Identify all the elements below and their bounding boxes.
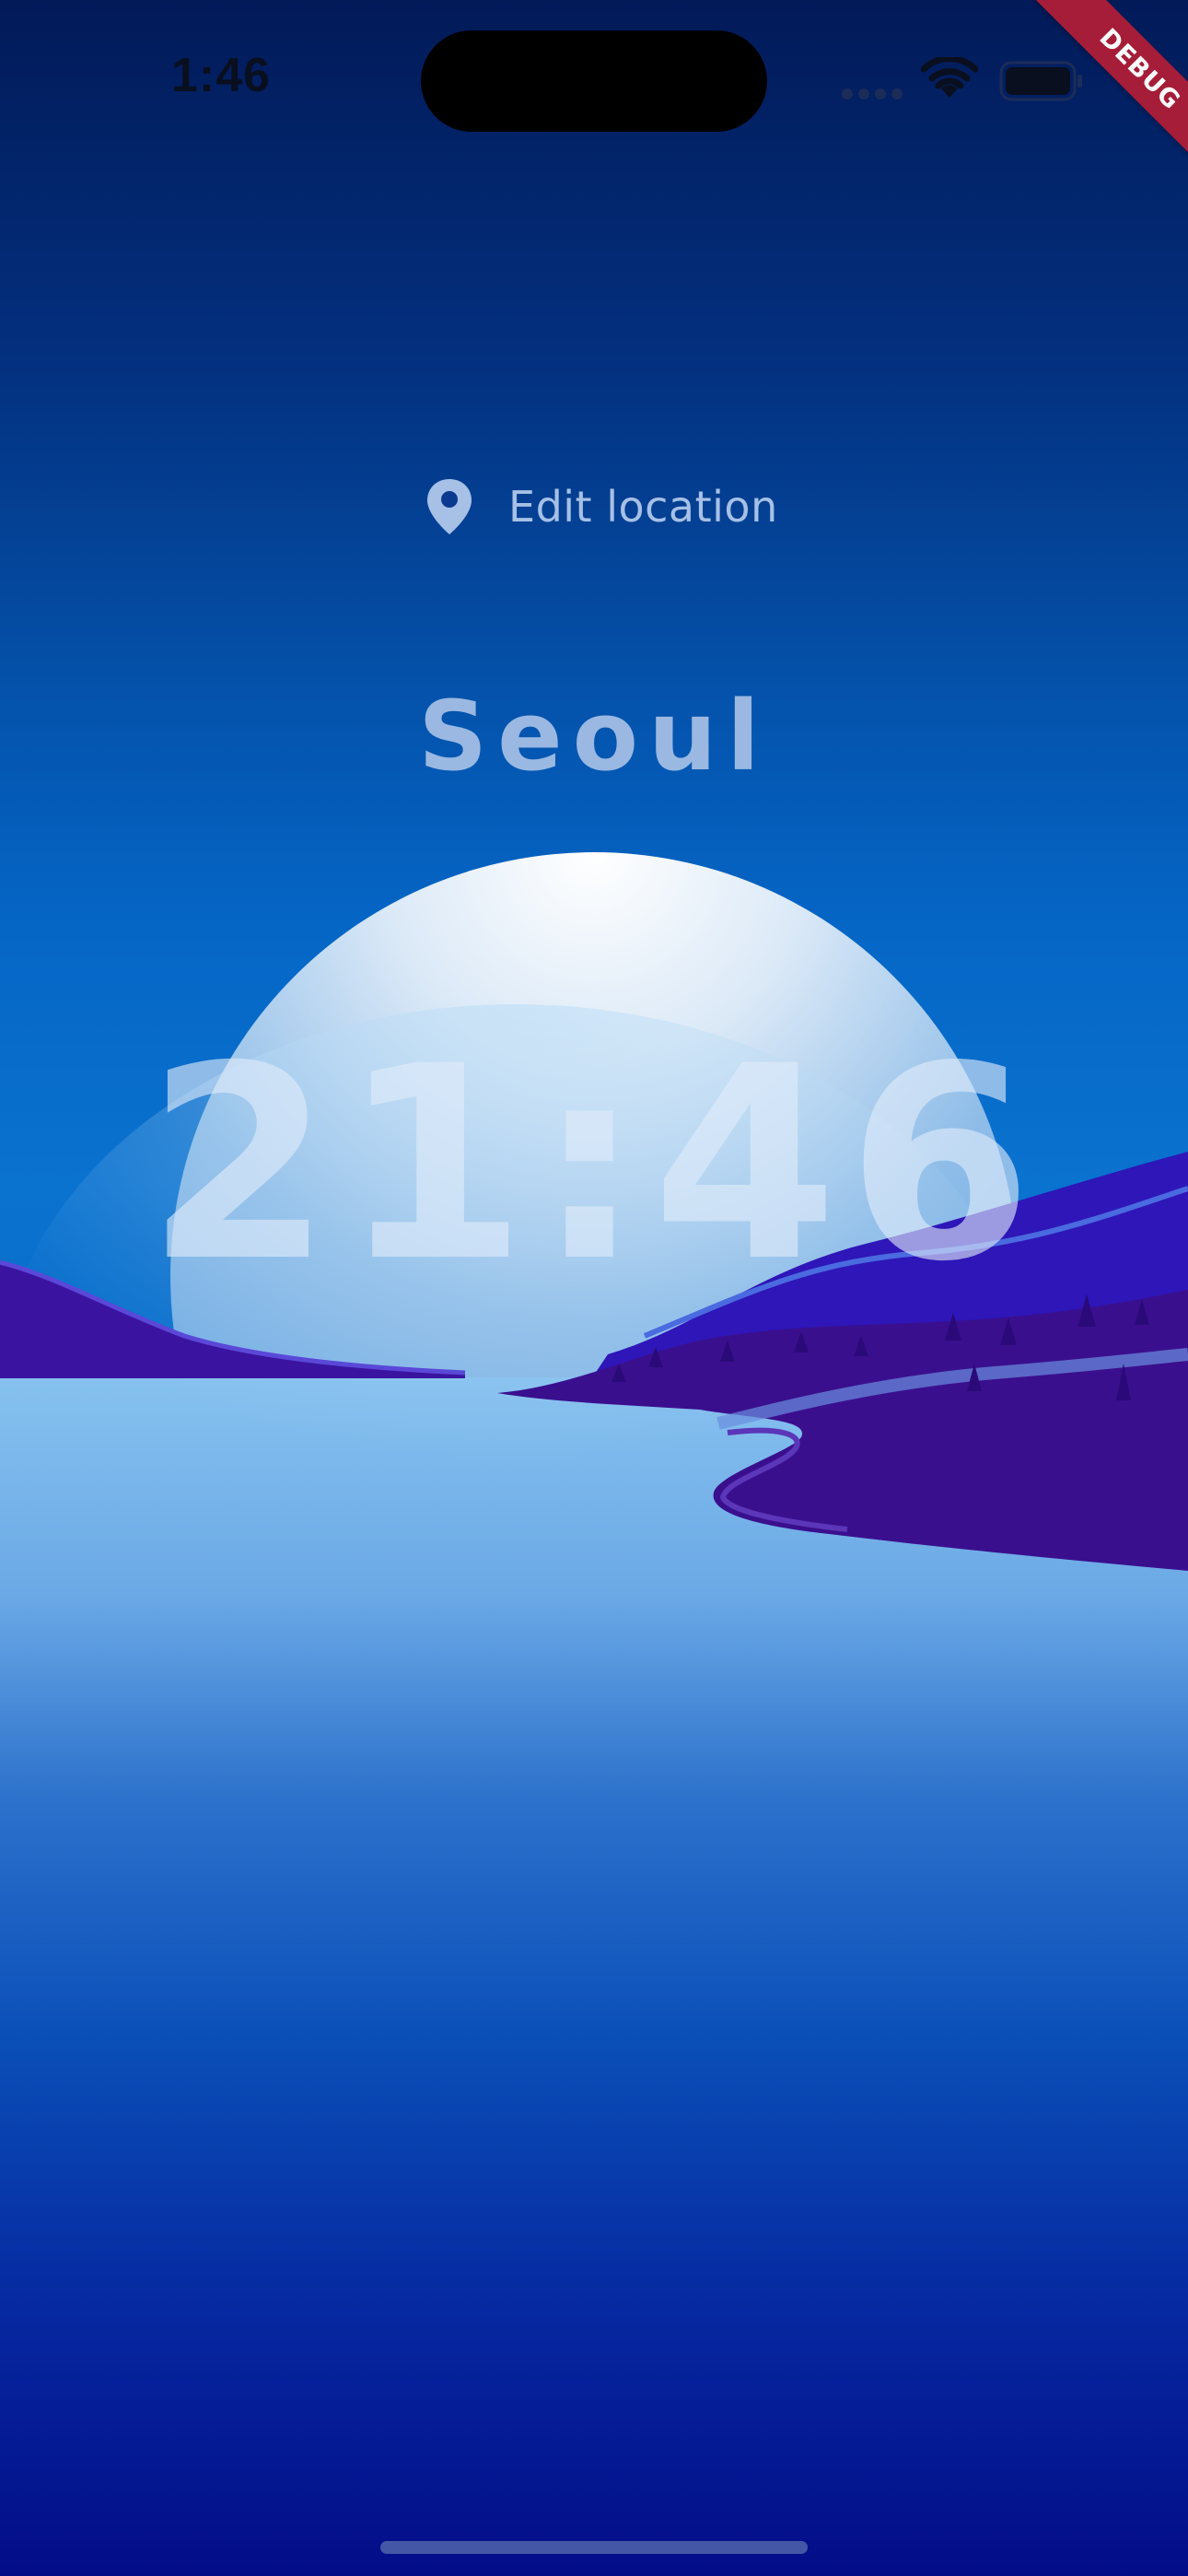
edit-location-label: Edit location [508, 482, 778, 532]
home-indicator[interactable] [380, 2541, 808, 2554]
dynamic-island [421, 30, 767, 132]
edit-location-button[interactable]: Edit location [422, 468, 778, 545]
city-name: Seoul [418, 680, 770, 792]
signal-icon [842, 88, 903, 100]
battery-icon [999, 61, 1082, 101]
app-screen: 1:46 DEBUG Edit location Seoul 21:46 [0, 0, 1188, 2576]
local-time: 21:46 [146, 1010, 1042, 1320]
location-pin-icon [427, 479, 472, 534]
status-bar-time: 1:46 [171, 49, 272, 102]
wifi-icon [921, 57, 978, 98]
